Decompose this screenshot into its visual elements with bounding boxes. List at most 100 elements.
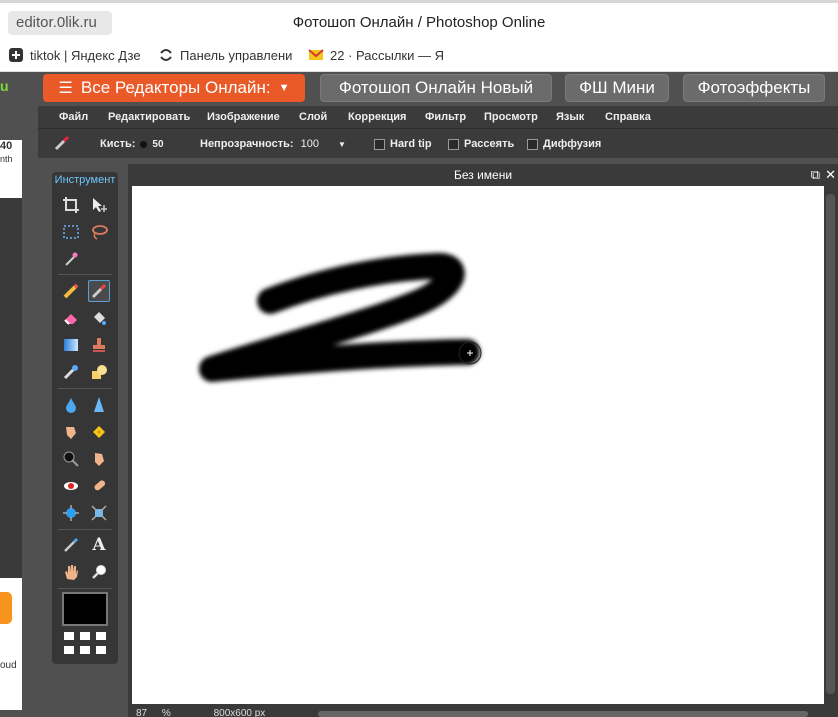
marquee-tool-icon[interactable] <box>60 221 82 243</box>
pinch-tool-icon[interactable] <box>88 502 110 524</box>
editor-page: u 40 nth oud ☰ Все Редакторы Онлайн: ▼ Ф… <box>0 72 838 717</box>
mask-icon[interactable] <box>80 646 90 654</box>
zoom-tool-icon[interactable] <box>88 561 110 583</box>
brush-dot-icon <box>140 140 148 148</box>
tool-options-bar: Кисть: 50 Непрозрачность: 100 ▼ Hard tip… <box>38 128 838 158</box>
brush-tool-icon[interactable] <box>88 280 110 302</box>
checkbox-box[interactable] <box>448 138 459 150</box>
mask-icon[interactable] <box>96 632 106 640</box>
paint-bucket-icon[interactable] <box>88 307 110 329</box>
opacity-option[interactable]: Непрозрачность: 100 ▼ <box>200 138 346 150</box>
menu-icon: ☰ <box>58 80 73 97</box>
horizontal-scrollbar[interactable] <box>318 711 808 717</box>
hard-tip-label: Hard tip <box>390 138 432 150</box>
sharpen-tool-icon[interactable] <box>88 394 110 416</box>
magic-wand-icon[interactable] <box>60 248 82 270</box>
ad-logo-text: u <box>0 78 9 94</box>
tools-panel-title: Инструмент <box>54 174 116 186</box>
foreground-color-swatch[interactable] <box>62 592 108 626</box>
image-canvas[interactable] <box>132 186 824 704</box>
pencil-tool-icon[interactable] <box>60 280 82 302</box>
brush-stroke-artwork <box>199 253 482 382</box>
bookmark-mail[interactable]: 22 · Рассылки — Я <box>308 47 444 63</box>
caret-down-icon[interactable]: ▼ <box>338 140 346 149</box>
blur-tool-icon[interactable] <box>60 394 82 416</box>
bloat-tool-icon[interactable] <box>60 502 82 524</box>
menu-layer[interactable]: Слой <box>299 111 327 123</box>
menu-help[interactable]: Справка <box>605 111 651 123</box>
spot-heal-tool-icon[interactable] <box>88 475 110 497</box>
brush-size-value: 50 <box>152 138 164 150</box>
stamp-tool-icon[interactable] <box>88 334 110 356</box>
menu-language[interactable]: Язык <box>556 111 584 123</box>
ad-banner[interactable]: 40 nth oud <box>0 140 22 710</box>
diffusion-checkbox[interactable]: Диффузия <box>527 138 601 150</box>
tool-separator <box>58 274 112 275</box>
smudge-tool-icon[interactable] <box>60 421 82 443</box>
menu-image[interactable]: Изображение <box>207 111 280 123</box>
eyedropper-tool-icon[interactable] <box>60 534 82 556</box>
lasso-tool-icon[interactable] <box>88 221 110 243</box>
brush-tool-icon <box>54 135 70 151</box>
bookmark-tiktok[interactable]: tiktok | Яндекс Дзе <box>8 47 148 63</box>
window-title: Фотошоп Онлайн / Photoshop Online <box>292 14 546 31</box>
document-title: Без имени <box>453 168 513 182</box>
fs-mini-button[interactable]: ФШ Мини <box>565 74 669 102</box>
eraser-tool-icon[interactable] <box>60 307 82 329</box>
tool-separator <box>58 529 112 530</box>
bookmark-label: tiktok | Яндекс Дзе <box>30 47 141 63</box>
shape-tool-icon[interactable] <box>88 361 110 383</box>
photo-effects-button[interactable]: Фотоэффекты <box>683 74 825 102</box>
plus-square-icon <box>8 47 24 63</box>
ad-image <box>0 198 22 578</box>
sponge-tool-icon[interactable] <box>88 421 110 443</box>
crop-tool-icon[interactable] <box>60 194 82 216</box>
menu-file[interactable]: Файл <box>59 111 88 123</box>
mask-icon[interactable] <box>80 632 90 640</box>
menu-adjustments[interactable]: Коррекция <box>348 111 406 123</box>
mask-icon[interactable] <box>64 632 74 640</box>
restore-window-icon[interactable]: ⧉ <box>811 167 820 183</box>
diffusion-label: Диффузия <box>543 138 602 150</box>
mask-icon[interactable] <box>96 646 106 654</box>
hard-tip-checkbox[interactable]: Hard tip <box>374 138 432 150</box>
bookmark-label: Панель управлени <box>180 47 292 63</box>
ad-subtext: nth <box>0 154 13 164</box>
brush-label: Кисть: <box>100 138 136 150</box>
mask-icon[interactable] <box>64 646 74 654</box>
ad-cta-button[interactable] <box>0 592 12 624</box>
vertical-scrollbar[interactable] <box>826 194 835 694</box>
opacity-label: Непрозрачность: <box>200 138 294 150</box>
image-size: 800x600 px <box>213 708 266 717</box>
checkbox-box[interactable] <box>374 138 385 150</box>
gradient-tool-icon[interactable] <box>60 334 82 356</box>
scatter-checkbox[interactable]: Рассеять <box>448 138 514 150</box>
red-eye-tool-icon[interactable] <box>60 475 82 497</box>
tools-panel: Инструмент A <box>52 172 118 664</box>
scatter-label: Рассеять <box>464 138 515 150</box>
browser-title-bar: editor.0lik.ru Фотошоп Онлайн / Photosho… <box>0 0 838 40</box>
photoshop-online-new-button[interactable]: Фотошоп Онлайн Новый <box>320 74 552 102</box>
brush-option[interactable]: Кисть: 50 <box>100 138 164 150</box>
tool-separator <box>58 388 112 389</box>
zoom-level[interactable]: 87 <box>136 708 147 717</box>
close-icon[interactable]: ✕ <box>825 167 836 183</box>
checkbox-box[interactable] <box>527 138 538 150</box>
text-tool-icon[interactable]: A <box>88 534 110 556</box>
move-tool-icon[interactable] <box>88 194 110 216</box>
opacity-value[interactable]: 100 <box>301 138 319 150</box>
tool-separator <box>58 588 112 589</box>
top-navigation: ☰ Все Редакторы Онлайн: ▼ Фотошоп Онлайн… <box>38 72 838 106</box>
mail-icon <box>308 47 324 63</box>
loader-icon <box>158 47 174 63</box>
color-replace-icon[interactable] <box>60 361 82 383</box>
menu-filter[interactable]: Фильтр <box>425 111 466 123</box>
all-editors-dropdown[interactable]: ☰ Все Редакторы Онлайн: ▼ <box>43 74 305 102</box>
bookmark-panel[interactable]: Панель управлени <box>158 47 292 63</box>
hand-tool-icon[interactable] <box>60 561 82 583</box>
ad-bottom-text: oud <box>0 660 17 671</box>
menu-edit[interactable]: Редактировать <box>108 111 190 123</box>
menu-view[interactable]: Просмотр <box>484 111 538 123</box>
burn-tool-icon[interactable] <box>88 448 110 470</box>
dodge-tool-icon[interactable] <box>60 448 82 470</box>
